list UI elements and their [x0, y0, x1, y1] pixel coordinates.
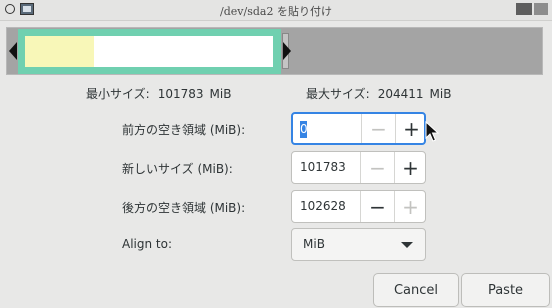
free-before-minus-icon[interactable]: −	[362, 114, 395, 143]
min-size-value: 101783	[157, 87, 204, 101]
free-after-value[interactable]: 102628	[300, 199, 346, 213]
align-to-dropdown[interactable]: MiB	[291, 228, 426, 261]
free-before-spinbox[interactable]: 0 − +	[291, 112, 426, 145]
min-size-unit: MiB	[209, 87, 232, 101]
free-before-value[interactable]: 0	[300, 121, 308, 138]
chevron-down-icon	[401, 242, 413, 248]
max-size-unit: MiB	[429, 87, 452, 101]
new-size-minus-icon[interactable]: −	[361, 152, 394, 183]
new-size-spinbox[interactable]: 101783 − +	[291, 151, 426, 184]
title-bar: /dev/sda2 を貼り付け	[0, 0, 552, 21]
new-size-plus-icon[interactable]: +	[394, 152, 427, 183]
min-size-info: 最小サイズ: 101783 MiB	[86, 85, 231, 102]
mouse-cursor-icon	[425, 121, 439, 142]
free-after-minus-icon[interactable]: −	[361, 191, 394, 222]
resize-right-handle-icon[interactable]	[283, 42, 291, 60]
free-after-label: 後方の空き領域 (MiB):	[122, 201, 246, 215]
cancel-button[interactable]: Cancel	[373, 273, 459, 307]
max-size-value: 204411	[377, 87, 424, 101]
window-title: /dev/sda2 を貼り付け	[220, 5, 332, 18]
align-to-label: Align to:	[122, 237, 173, 251]
free-before-plus-icon[interactable]: +	[395, 114, 428, 143]
free-before-label: 前方の空き領域 (MiB):	[122, 123, 246, 137]
paste-button[interactable]: Paste	[461, 273, 550, 307]
close-button[interactable]	[534, 3, 548, 15]
new-size-label: 新しいサイズ (MiB):	[122, 162, 233, 176]
partition-used-area	[25, 36, 94, 67]
resize-left-handle-icon[interactable]	[9, 42, 17, 60]
align-to-value: MiB	[303, 237, 325, 251]
free-after-plus-icon[interactable]: +	[394, 191, 427, 222]
max-size-label: 最大サイズ:	[306, 87, 370, 101]
new-size-value[interactable]: 101783	[300, 160, 346, 174]
max-size-info: 最大サイズ: 204411 MiB	[306, 85, 451, 102]
maximize-button[interactable]	[516, 3, 532, 15]
free-after-spinbox[interactable]: 102628 − +	[291, 190, 426, 223]
min-size-label: 最小サイズ:	[86, 87, 150, 101]
